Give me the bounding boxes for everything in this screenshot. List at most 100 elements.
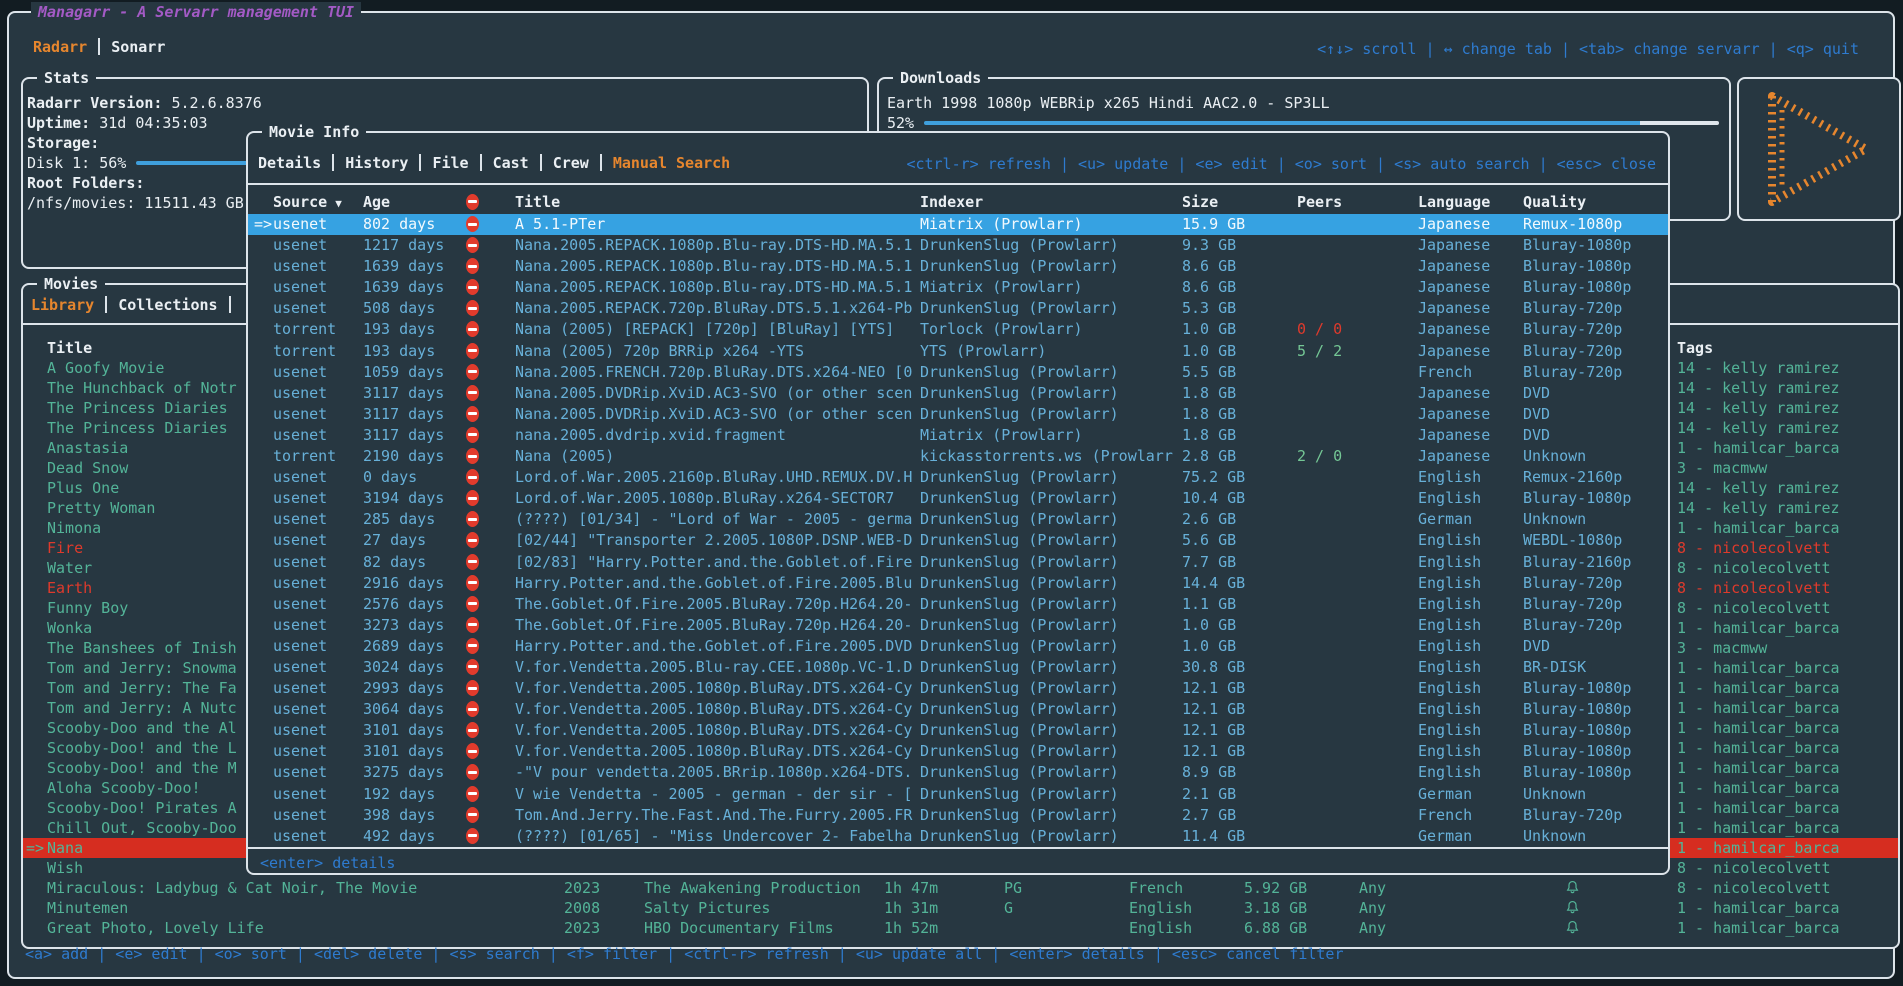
release-size: 12.1 GB	[1182, 720, 1297, 741]
release-quality: Bluray-720p	[1523, 805, 1668, 826]
tab-crew[interactable]: Crew	[553, 154, 589, 172]
release-source: usenet	[273, 762, 363, 783]
release-source: usenet	[273, 678, 363, 699]
release-indexer: DrunkenSlug (Prowlarr)	[920, 509, 1182, 530]
search-result-row[interactable]: usenet 1639 days Nana.2005.REPACK.1080p.…	[248, 256, 1668, 277]
search-result-row[interactable]: usenet 492 days (????) [01/65] - "Miss U…	[248, 826, 1668, 847]
column-header-indexer: Indexer	[920, 193, 1182, 211]
release-language: English	[1418, 636, 1523, 657]
tab-collections[interactable]: Collections	[118, 296, 217, 314]
tab-details[interactable]: Details	[258, 154, 321, 172]
column-header-tags: Tags	[1677, 338, 1713, 358]
tab-sonarr[interactable]: Sonarr	[111, 38, 165, 56]
search-result-row[interactable]: usenet 2689 days Harry.Potter.and.the.Go…	[248, 636, 1668, 657]
modal-footer: <enter> details	[248, 847, 1668, 872]
release-language: English	[1418, 594, 1523, 615]
movie-tag: 14 - kelly ramirez	[1677, 498, 1840, 518]
movie-tag: 1 - hamilcar_barca	[1677, 678, 1840, 698]
search-result-row[interactable]: usenet 27 days [02/44] "Transporter 2.20…	[248, 530, 1668, 551]
search-result-row[interactable]: usenet 3117 days Nana.2005.DVDRip.XviD.A…	[248, 404, 1668, 425]
release-source: torrent	[273, 341, 363, 362]
rejected-cell	[466, 298, 515, 319]
selection-prefix: =>	[26, 838, 44, 858]
release-size: 10.4 GB	[1182, 488, 1297, 509]
release-size: 7.7 GB	[1182, 552, 1297, 573]
release-title: [02/83] "Harry.Potter.and.the.Goblet.of.…	[515, 552, 920, 573]
rejected-cell	[466, 657, 515, 678]
search-result-row[interactable]: torrent 2190 days Nana (2005) kickasstor…	[248, 446, 1668, 467]
search-result-row[interactable]: usenet 1217 days Nana.2005.REPACK.1080p.…	[248, 235, 1668, 256]
search-result-row[interactable]: usenet 285 days (????) [01/34] - "Lord o…	[248, 509, 1668, 530]
movie-title: The Banshees of Inish	[47, 638, 237, 658]
search-result-row[interactable]: usenet 3275 days -"V pour vendetta.2005.…	[248, 762, 1668, 783]
search-result-row[interactable]: usenet 3101 days V.for.Vendetta.2005.108…	[248, 741, 1668, 762]
tab-cast[interactable]: Cast	[493, 154, 529, 172]
tab-file[interactable]: File	[432, 154, 468, 172]
tab-history[interactable]: History	[345, 154, 408, 172]
movie-tag: 3 - macmww	[1677, 458, 1767, 478]
release-age: 2993 days	[363, 678, 466, 699]
monitored-bell-icon	[1566, 900, 1579, 915]
column-header-age: Age	[363, 193, 466, 211]
release-quality: Bluray-2160p	[1523, 552, 1668, 573]
release-language: English	[1418, 678, 1523, 699]
column-header-language: Language	[1418, 193, 1523, 211]
release-indexer: DrunkenSlug (Prowlarr)	[920, 383, 1182, 404]
search-result-row[interactable]: usenet 3117 days nana.2005.dvdrip.xvid.f…	[248, 425, 1668, 446]
release-title: Nana.2005.DVDRip.XviD.AC3-SVO (or other …	[515, 404, 920, 425]
release-age: 398 days	[363, 805, 466, 826]
search-result-row[interactable]: torrent 193 days Nana (2005) [REPACK] [7…	[248, 319, 1668, 340]
release-size: 1.0 GB	[1182, 615, 1297, 636]
tab-library[interactable]: Library	[31, 296, 94, 314]
release-quality: Unknown	[1523, 784, 1668, 805]
search-result-row[interactable]: usenet 3024 days V.for.Vendetta.2005.Blu…	[248, 657, 1668, 678]
search-result-row[interactable]: usenet 2993 days V.for.Vendetta.2005.108…	[248, 678, 1668, 699]
movie-title: Tom and Jerry: Snowma	[47, 658, 237, 678]
release-peers: 5 / 2	[1297, 341, 1418, 362]
tab-separator	[600, 154, 602, 171]
search-result-row[interactable]: usenet 0 days Lord.of.War.2005.2160p.Blu…	[248, 467, 1668, 488]
search-result-row[interactable]: usenet 3273 days The.Goblet.Of.Fire.2005…	[248, 615, 1668, 636]
release-age: 3194 days	[363, 488, 466, 509]
release-quality: Bluray-1080p	[1523, 699, 1668, 720]
release-size: 1.8 GB	[1182, 383, 1297, 404]
rejected-cell	[466, 615, 515, 636]
movie-list-row[interactable]: Miraculous: Ladybug & Cat Noir, The Movi…	[23, 878, 1898, 898]
search-result-row[interactable]: usenet 3064 days V.for.Vendetta.2005.108…	[248, 699, 1668, 720]
search-result-row[interactable]: usenet 3101 days V.for.Vendetta.2005.108…	[248, 720, 1668, 741]
tab-radarr[interactable]: Radarr	[33, 38, 87, 56]
release-title: Lord.of.War.2005.1080p.BluRay.x264-SECTO…	[515, 488, 920, 509]
search-result-row[interactable]: => usenet 802 days A 5.1-PTer Miatrix (P…	[248, 214, 1668, 235]
rejected-cell	[466, 425, 515, 446]
release-quality: Bluray-1080p	[1523, 720, 1668, 741]
release-source: usenet	[273, 404, 363, 425]
release-indexer: kickasstorrents.ws (Prowlarr	[920, 446, 1182, 467]
search-result-row[interactable]: usenet 1639 days Nana.2005.REPACK.1080p.…	[248, 277, 1668, 298]
search-result-row[interactable]: usenet 2576 days The.Goblet.Of.Fire.2005…	[248, 594, 1668, 615]
download-item-name: Earth 1998 1080p WEBRip x265 Hindi AAC2.…	[887, 93, 1330, 113]
search-result-row[interactable]: usenet 82 days [02/83] "Harry.Potter.and…	[248, 552, 1668, 573]
release-age: 3117 days	[363, 404, 466, 425]
movie-list-row[interactable]: Great Photo, Lovely Life 2023 HBO Docume…	[23, 918, 1898, 938]
release-source: usenet	[273, 552, 363, 573]
search-result-row[interactable]: usenet 3194 days Lord.of.War.2005.1080p.…	[248, 488, 1668, 509]
movie-title: Scooby-Doo and the Al	[47, 718, 237, 738]
search-result-row[interactable]: usenet 1059 days Nana.2005.FRENCH.720p.B…	[248, 362, 1668, 383]
movie-list-row[interactable]: Minutemen 2008 Salty Pictures 1h 31m G E…	[23, 898, 1898, 918]
movie-title: Funny Boy	[47, 598, 128, 618]
search-result-row[interactable]: usenet 2916 days Harry.Potter.and.the.Go…	[248, 573, 1668, 594]
rejected-cell	[466, 319, 515, 340]
movie-tag: 14 - kelly ramirez	[1677, 418, 1840, 438]
movie-tag: 8 - nicolecolvett	[1677, 558, 1831, 578]
movie-title: Chill Out, Scooby-Doo	[47, 818, 237, 838]
search-result-row[interactable]: usenet 3117 days Nana.2005.DVDRip.XviD.A…	[248, 383, 1668, 404]
search-result-row[interactable]: usenet 398 days Tom.And.Jerry.The.Fast.A…	[248, 805, 1668, 826]
search-result-row[interactable]: torrent 193 days Nana (2005) 720p BRRip …	[248, 341, 1668, 362]
tab-manual-search[interactable]: Manual Search	[613, 154, 730, 172]
movie-runtime: 1h 31m	[884, 898, 938, 918]
release-indexer: DrunkenSlug (Prowlarr)	[920, 467, 1182, 488]
search-result-row[interactable]: usenet 508 days Nana.2005.REPACK.720p.Bl…	[248, 298, 1668, 319]
release-quality: Unknown	[1523, 826, 1668, 847]
search-result-row[interactable]: usenet 192 days V wie Vendetta - 2005 - …	[248, 784, 1668, 805]
release-quality: Remux-2160p	[1523, 467, 1668, 488]
